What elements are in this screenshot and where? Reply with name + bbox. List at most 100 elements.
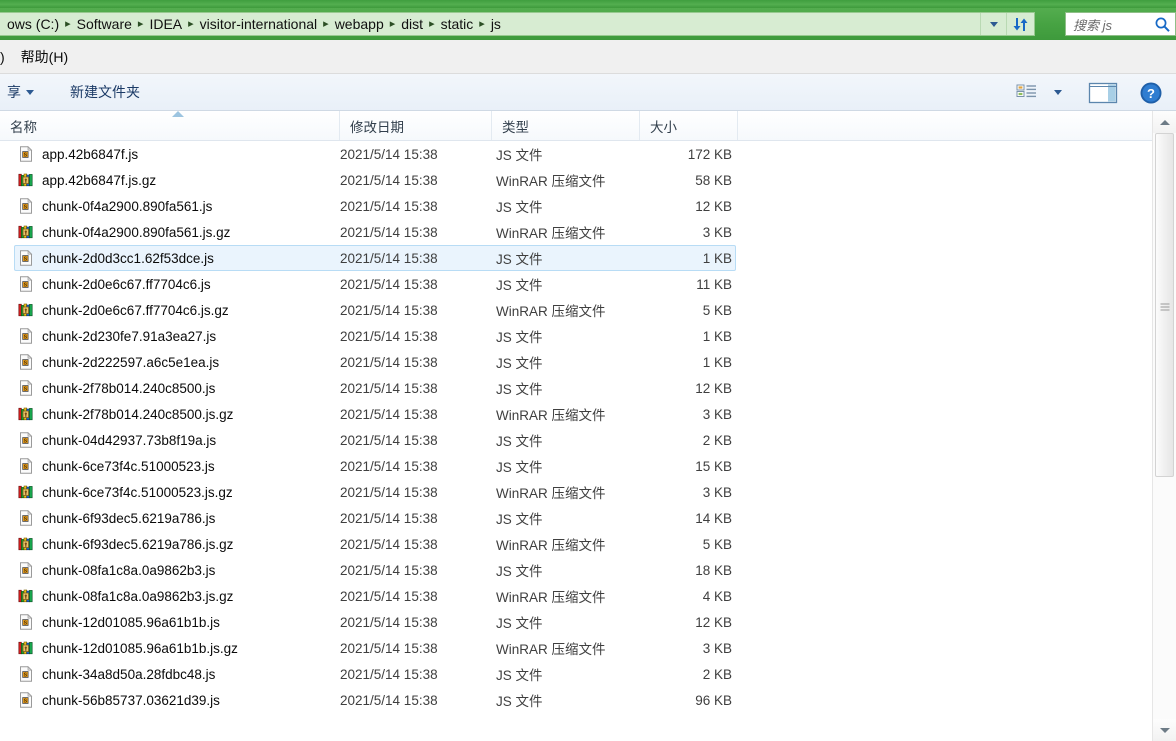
svg-text:?: ? — [1147, 86, 1155, 101]
breadcrumb-item[interactable]: dist — [396, 16, 428, 32]
file-list[interactable]: Sapp.42b6847f.js 2021/5/14 15:38 JS 文件 172 … — [0, 141, 1152, 741]
file-date-cell: 2021/5/14 15:38 — [340, 510, 438, 526]
js-file-icon: S — [20, 613, 33, 630]
file-name-cell: Schunk-56b85737.03621d39.js — [18, 691, 338, 708]
address-bar[interactable]: ows (C:) ▸ Software ▸ IDEA ▸ visitor-internati… — [0, 12, 1035, 36]
file-row[interactable]: Schunk-04d42937.73b8f19a.js 2021/5/14 15:… — [0, 427, 1152, 453]
scroll-up-button[interactable] — [1153, 111, 1176, 133]
preview-pane-button[interactable] — [1086, 79, 1120, 107]
file-size-cell: 5 KB — [702, 302, 732, 318]
menu-item-help[interactable]: 帮助(H) — [13, 44, 76, 70]
file-name-cell: Schunk-6ce73f4c.51000523.js — [18, 457, 338, 474]
breadcrumb-item[interactable]: ows (C:) — [2, 16, 64, 32]
menu-bar: ) 帮助(H) — [0, 40, 1176, 74]
file-name-label: chunk-2d222597.a6c5e1ea.js — [42, 354, 220, 370]
file-size-cell: 3 KB — [702, 406, 732, 422]
view-mode-dropdown-button[interactable] — [1048, 79, 1068, 107]
file-name-cell: Schunk-08fa1c8a.0a9862b3.js — [18, 561, 338, 578]
file-row[interactable]: Schunk-08fa1c8a.0a9862b3.js 2021/5/14 15:… — [0, 557, 1152, 583]
file-name-cell: chunk-12d01085.96a61b1b.js.gz — [18, 640, 338, 656]
file-row[interactable]: Schunk-56b85737.03621d39.js 2021/5/14 15:… — [0, 687, 1152, 713]
breadcrumb-item[interactable]: Software — [72, 16, 137, 32]
file-row[interactable]: chunk-6ce73f4c.51000523.js.gz 2021/5/14 1… — [0, 479, 1152, 505]
file-row[interactable]: Schunk-34a8d50a.28fdbc48.js 2021/5/14 15:… — [0, 661, 1152, 687]
file-name-label: chunk-56b85737.03621d39.js — [42, 692, 220, 708]
address-history-dropdown-button[interactable] — [980, 13, 1006, 35]
file-row[interactable]: Schunk-6ce73f4c.51000523.js 2021/5/14 15:… — [0, 453, 1152, 479]
breadcrumb-separator-icon: ▸ — [188, 17, 194, 30]
file-name-cell: Schunk-04d42937.73b8f19a.js — [18, 431, 338, 448]
file-date-cell: 2021/5/14 15:38 — [340, 692, 438, 708]
breadcrumb-separator-icon: ▸ — [65, 17, 71, 30]
file-name-label: chunk-0f4a2900.890fa561.js — [42, 198, 213, 214]
search-box[interactable]: 搜索 js — [1065, 12, 1176, 36]
scrollbar-track[interactable] — [1153, 133, 1176, 719]
file-name-cell: Schunk-2d230fe7.91a3ea27.js — [18, 327, 338, 344]
breadcrumb-item[interactable]: webapp — [330, 16, 389, 32]
svg-text:S: S — [24, 569, 28, 575]
file-name-label: chunk-2d0e6c67.ff7704c6.js — [42, 276, 211, 292]
refresh-button[interactable] — [1006, 13, 1034, 35]
scrollbar-thumb[interactable] — [1155, 133, 1174, 477]
svg-text:S: S — [24, 283, 28, 289]
file-name-label: chunk-2f78b014.240c8500.js — [42, 380, 216, 396]
toolbar-right-group: ? — [1010, 74, 1168, 111]
file-date-cell: 2021/5/14 15:38 — [340, 588, 438, 604]
breadcrumb-item[interactable]: IDEA — [144, 16, 187, 32]
file-row[interactable]: app.42b6847f.js.gz 2021/5/14 15:38 WinRAR … — [0, 167, 1152, 193]
breadcrumb-separator-icon: ▸ — [389, 17, 396, 30]
file-row[interactable]: Schunk-2f78b014.240c8500.js 2021/5/14 15:… — [0, 375, 1152, 401]
file-type-cell: WinRAR 压缩文件 — [496, 304, 606, 319]
breadcrumb-separator-icon: ▸ — [429, 17, 435, 30]
file-name-label: chunk-6ce73f4c.51000523.js.gz — [42, 484, 233, 500]
svg-text:S: S — [24, 257, 28, 263]
file-row[interactable]: chunk-2f78b014.240c8500.js.gz 2021/5/14 1… — [0, 401, 1152, 427]
scroll-down-button[interactable] — [1153, 719, 1176, 741]
new-folder-button[interactable]: 新建文件夹 — [63, 78, 147, 106]
scrollbar-grip-icon — [1160, 302, 1169, 311]
file-row[interactable]: chunk-08fa1c8a.0a9862b3.js.gz 2021/5/14 1… — [0, 583, 1152, 609]
breadcrumb-item[interactable]: js — [486, 16, 506, 32]
chevron-down-icon — [26, 89, 34, 95]
breadcrumb-separator-icon: ▸ — [479, 17, 485, 30]
help-button[interactable]: ? — [1134, 79, 1168, 107]
js-file-icon: S — [18, 691, 34, 708]
column-header-type[interactable]: 类型 — [492, 111, 640, 140]
file-row[interactable]: chunk-12d01085.96a61b1b.js.gz 2021/5/14 1… — [0, 635, 1152, 661]
file-row[interactable]: Schunk-12d01085.96a61b1b.js 2021/5/14 15:… — [0, 609, 1152, 635]
file-row[interactable]: Sapp.42b6847f.js 2021/5/14 15:38 JS 文件 172 … — [0, 141, 1152, 167]
address-bar-row: ows (C:) ▸ Software ▸ IDEA ▸ visitor-internati… — [0, 8, 1176, 40]
file-type-cell: JS 文件 — [496, 356, 543, 371]
file-name-cell: chunk-0f4a2900.890fa561.js.gz — [18, 224, 338, 240]
js-file-icon: S — [20, 197, 33, 214]
search-input[interactable]: 搜索 js — [1066, 15, 1149, 34]
file-name-cell: chunk-08fa1c8a.0a9862b3.js.gz — [18, 588, 338, 604]
vertical-scrollbar[interactable] — [1152, 111, 1176, 741]
breadcrumb-item[interactable]: visitor-international — [195, 16, 323, 32]
js-file-icon: S — [20, 691, 33, 708]
column-header-name[interactable]: 名称 — [0, 111, 340, 140]
file-row[interactable]: Schunk-0f4a2900.890fa561.js 2021/5/14 15:… — [0, 193, 1152, 219]
file-type-cell: JS 文件 — [496, 460, 543, 475]
help-icon: ? — [1140, 82, 1162, 103]
column-header-date[interactable]: 修改日期 — [340, 111, 492, 140]
file-name-cell: chunk-6ce73f4c.51000523.js.gz — [18, 484, 338, 500]
breadcrumb-item[interactable]: static — [436, 16, 479, 32]
file-row[interactable]: chunk-2d0e6c67.ff7704c6.js.gz 2021/5/14 1… — [0, 297, 1152, 323]
toolbar-share-button[interactable]: 享 — [0, 78, 41, 106]
js-file-icon: S — [20, 353, 33, 370]
file-row[interactable]: chunk-6f93dec5.6219a786.js.gz 2021/5/14 1… — [0, 531, 1152, 557]
view-mode-button[interactable] — [1010, 79, 1044, 107]
file-size-cell: 4 KB — [702, 588, 732, 604]
file-row[interactable]: Schunk-6f93dec5.6219a786.js 2021/5/14 15:… — [0, 505, 1152, 531]
menu-item-clipped[interactable]: ) — [0, 49, 5, 65]
file-row[interactable]: Schunk-2d0d3cc1.62f53dce.js 2021/5/14 15:… — [0, 245, 1152, 271]
toolbar-share-label: 享 — [7, 84, 21, 100]
file-row[interactable]: Schunk-2d230fe7.91a3ea27.js 2021/5/14 15:… — [0, 323, 1152, 349]
file-row[interactable]: chunk-0f4a2900.890fa561.js.gz 2021/5/14 1… — [0, 219, 1152, 245]
file-row[interactable]: Schunk-2d0e6c67.ff7704c6.js 2021/5/14 15:… — [0, 271, 1152, 297]
file-row[interactable]: Schunk-2d222597.a6c5e1ea.js 2021/5/14 15:… — [0, 349, 1152, 375]
file-type-cell: WinRAR 压缩文件 — [496, 486, 606, 501]
column-header-size[interactable]: 大小 — [640, 111, 738, 140]
js-file-icon: S — [18, 145, 34, 162]
